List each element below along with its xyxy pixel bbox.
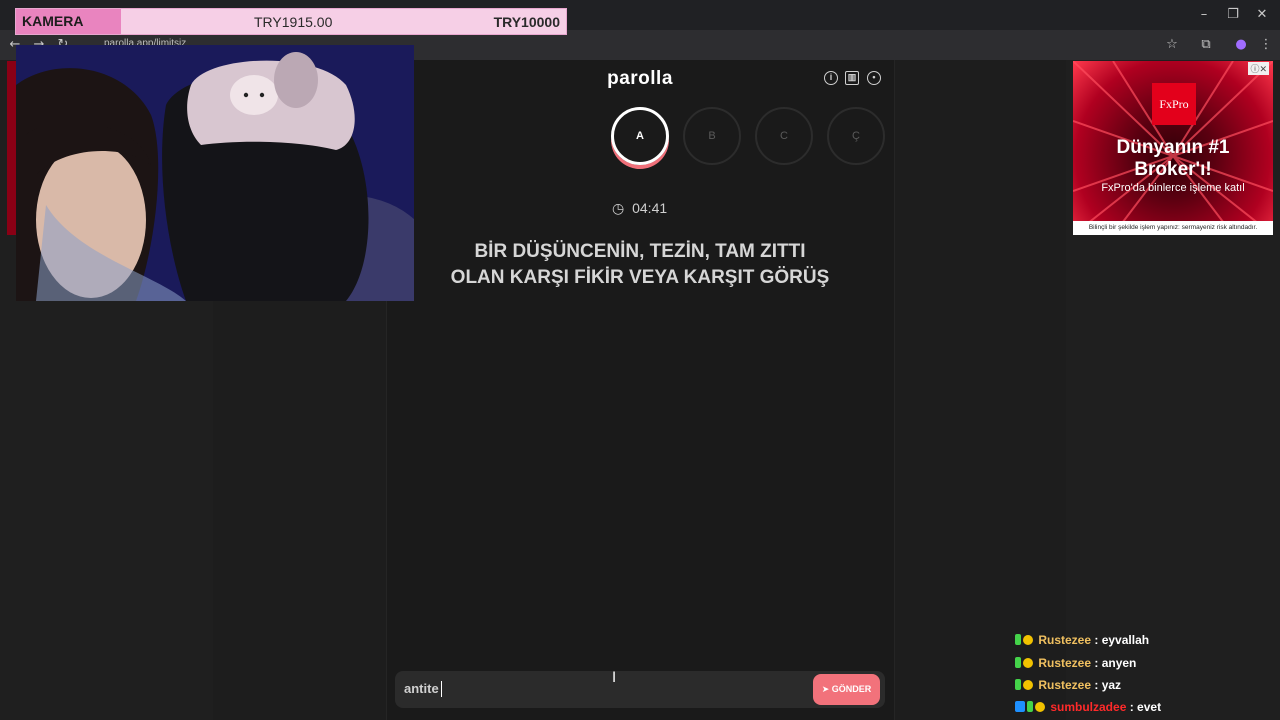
letter-b-circle: B xyxy=(683,107,741,165)
text-caret xyxy=(441,681,442,697)
bits-badge-icon xyxy=(1023,658,1033,668)
timer: ◷ 04:41 xyxy=(612,200,667,217)
answer-value[interactable]: antite xyxy=(404,681,439,696)
menu-kebab-icon[interactable]: ⋮ xyxy=(1257,36,1275,54)
ad-choices-icon[interactable]: ⓘ✕ xyxy=(1248,62,1269,75)
ad-brand-logo: FxPro xyxy=(1152,83,1196,125)
clue-line-1: BİR DÜŞÜNCENİN, TEZİN, TAM ZITTI xyxy=(474,241,806,262)
close-icon[interactable]: ✕ xyxy=(1248,5,1276,25)
prime-badge-icon xyxy=(1015,701,1025,712)
goal-target: TRY10000 xyxy=(493,14,560,30)
ad-title-line-1: Dünyanın #1 xyxy=(1116,137,1230,158)
subscriber-badge-icon xyxy=(1015,634,1021,645)
chat-message: Rustezee : yaz xyxy=(1015,678,1121,692)
extensions-icon[interactable]: ⧉ xyxy=(1197,36,1215,54)
letter-cedilla-circle: Ç xyxy=(827,107,885,165)
clock-icon: ◷ xyxy=(612,201,625,217)
donation-goal-banner: KAMERA TRY1915.00 TRY10000 xyxy=(15,8,567,35)
ad-subtitle: FxPro'da binlerce işleme katıl xyxy=(1101,182,1245,194)
send-button[interactable]: ➤ GÖNDER xyxy=(813,674,880,705)
subscriber-badge-icon xyxy=(1015,679,1021,690)
chat-message: Rustezee : anyen xyxy=(1015,656,1136,670)
chat-text: evet xyxy=(1137,700,1162,714)
bookmark-star-icon[interactable]: ☆ xyxy=(1163,36,1181,54)
answer-input[interactable] xyxy=(395,671,885,708)
chat-message: sumbulzadee : evet xyxy=(1015,700,1161,714)
left-ad-edge xyxy=(7,61,16,235)
letter-a-circle: A xyxy=(611,107,669,165)
fxpro-ad[interactable]: ⓘ✕ FxPro Dünyanın #1 Broker'ı! FxPro'da … xyxy=(1073,61,1273,235)
minimize-icon[interactable]: – xyxy=(1190,5,1218,25)
chat-message: Rustezee : eyvallah xyxy=(1015,633,1149,647)
chat-username[interactable]: Rustezee xyxy=(1038,656,1091,670)
subscriber-badge-icon xyxy=(1027,701,1033,712)
chat-text: eyvallah xyxy=(1101,633,1150,647)
bits-badge-icon xyxy=(1023,635,1033,645)
clue-line-2: OLAN KARŞI FİKİR VEYA KARŞIT GÖRÜŞ xyxy=(450,267,830,288)
maximize-icon[interactable]: ❐ xyxy=(1219,5,1247,25)
chat-username[interactable]: sumbulzadee xyxy=(1050,700,1126,714)
info-icon[interactable]: i xyxy=(824,71,838,85)
goal-current: TRY1915.00 xyxy=(254,14,333,30)
profile-icon[interactable]: ● xyxy=(1232,36,1250,54)
ad-disclaimer: Bilinçli bir şekilde işlem yapınız: serm… xyxy=(1073,221,1273,235)
chat-text: yaz xyxy=(1101,678,1122,692)
bits-badge-icon xyxy=(1023,680,1033,690)
chat-username[interactable]: Rustezee xyxy=(1038,633,1091,647)
user-icon[interactable]: • xyxy=(867,71,881,85)
ad-title: Dünyanın #1 Broker'ı! xyxy=(1073,137,1273,181)
timer-value: 04:41 xyxy=(632,200,668,216)
subscriber-badge-icon xyxy=(1015,657,1021,668)
ad-title-line-2: Broker'ı! xyxy=(1134,159,1212,180)
chat-username[interactable]: Rustezee xyxy=(1038,678,1091,692)
letter-c-circle: C xyxy=(755,107,813,165)
site-logo[interactable]: parolla xyxy=(590,68,690,90)
bits-badge-icon xyxy=(1035,702,1045,712)
webcam-image xyxy=(16,45,414,301)
stats-icon[interactable]: ▥ xyxy=(845,71,859,85)
webcam-feed xyxy=(16,45,414,301)
mouse-ibeam-cursor-icon: I xyxy=(612,670,617,686)
send-label: GÖNDER xyxy=(831,684,872,694)
chat-text: anyen xyxy=(1101,656,1137,670)
clue-text: BİR DÜŞÜNCENİN, TEZİN, TAM ZITTI OLAN KA… xyxy=(400,239,880,291)
goal-label: KAMERA xyxy=(22,13,84,29)
send-arrow-icon: ➤ xyxy=(821,685,830,695)
